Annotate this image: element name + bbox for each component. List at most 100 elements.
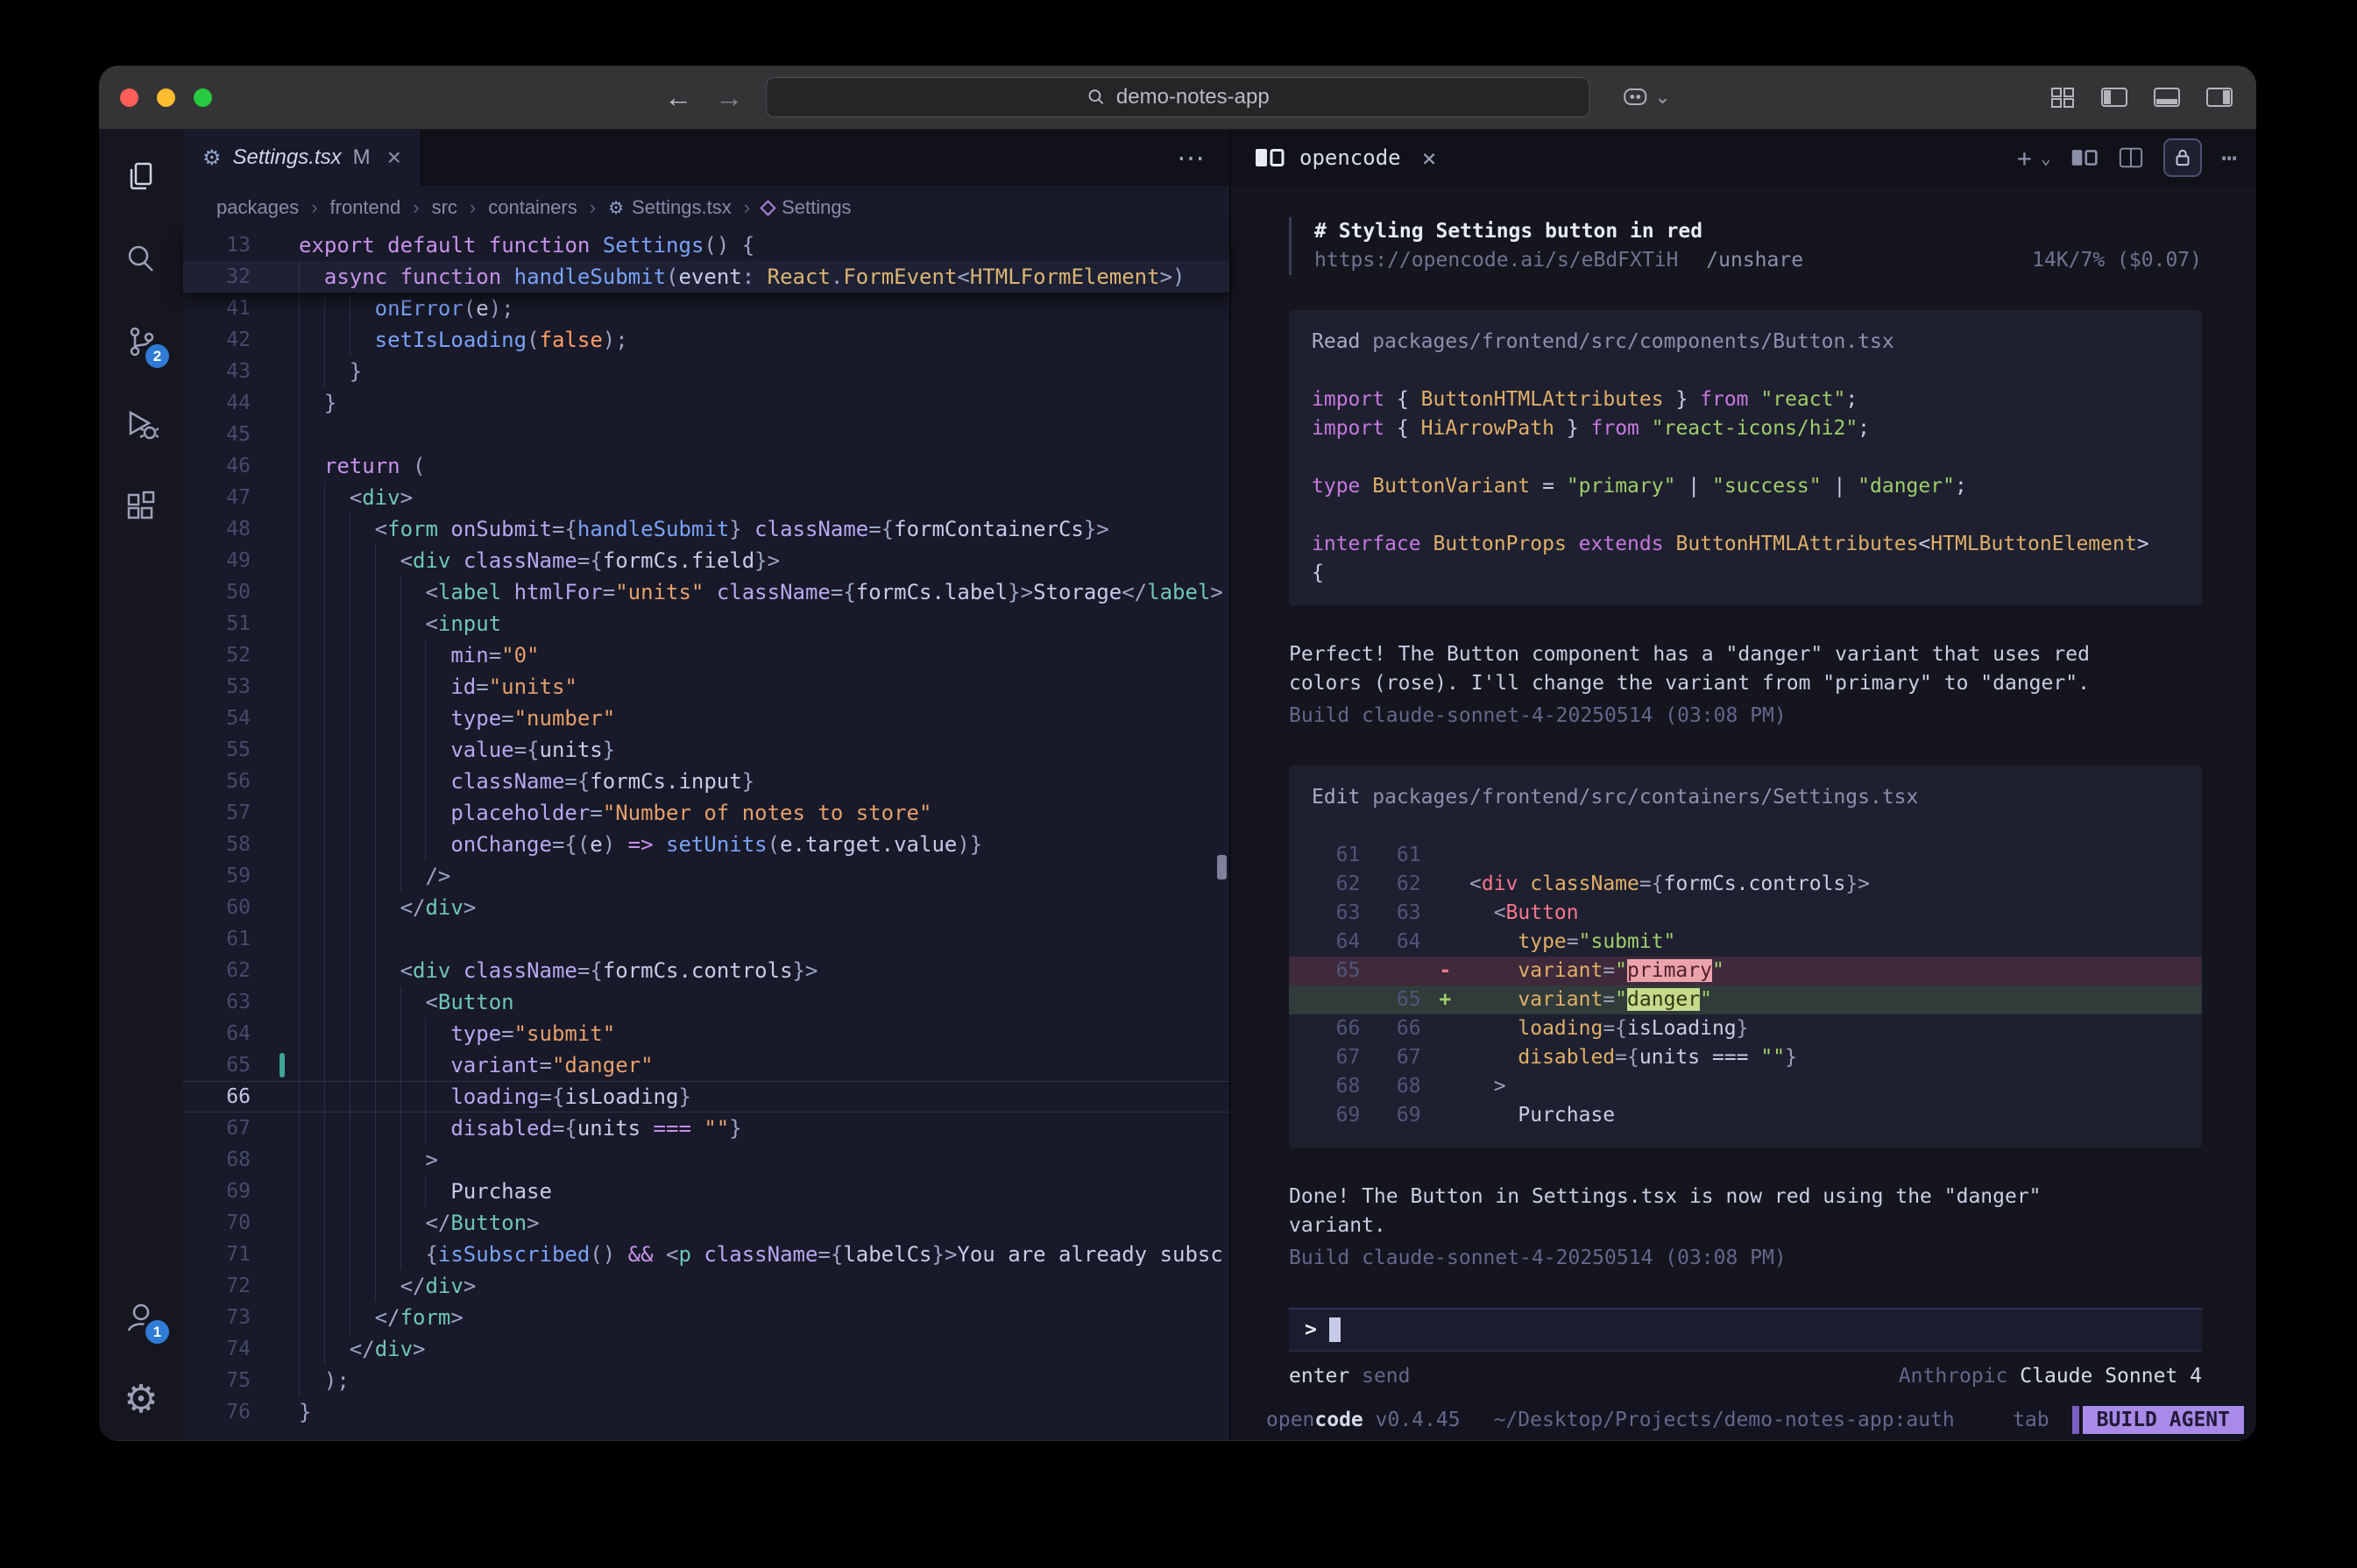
copilot-menu[interactable]: ⌄ bbox=[1621, 83, 1670, 111]
customize-layout-icon[interactable] bbox=[2049, 85, 2076, 109]
code-line[interactable]: 69Purchase bbox=[183, 1176, 1229, 1207]
explorer-icon[interactable] bbox=[120, 156, 162, 198]
code-snippet-line: { bbox=[1289, 559, 2202, 588]
old-line-number: 63 bbox=[1312, 899, 1360, 928]
more-actions-icon[interactable]: ⋯ bbox=[2221, 143, 2237, 173]
command-center-search[interactable]: demo-notes-app bbox=[766, 77, 1589, 117]
copilot-icon bbox=[1621, 83, 1649, 111]
code-line[interactable]: 46return ( bbox=[183, 450, 1229, 482]
code-line[interactable]: 13export default function Settings() { bbox=[183, 230, 1229, 261]
close-tab-icon[interactable]: × bbox=[387, 144, 401, 172]
indent-guide bbox=[299, 608, 324, 639]
code-line[interactable]: 76} bbox=[183, 1396, 1229, 1428]
code-line[interactable]: 47<div> bbox=[183, 482, 1229, 513]
split-editor-icon[interactable] bbox=[2118, 145, 2144, 170]
breadcrumb-item-packages[interactable]: packages bbox=[216, 196, 299, 219]
search-icon[interactable] bbox=[120, 238, 162, 280]
toggle-panel-icon[interactable] bbox=[2153, 85, 2181, 109]
indent-guide bbox=[350, 576, 375, 608]
code-line[interactable]: 32async function handleSubmit(event: Rea… bbox=[183, 261, 1229, 293]
line-number: 61 bbox=[183, 923, 251, 955]
minimize-window-button[interactable] bbox=[157, 88, 175, 107]
share-url[interactable]: https://opencode.ai/s/eBdFXTiH bbox=[1314, 249, 1678, 272]
toggle-primary-sidebar-icon[interactable] bbox=[2100, 85, 2128, 109]
code-line[interactable]: 45 bbox=[183, 419, 1229, 450]
old-line-number: 66 bbox=[1312, 1014, 1360, 1043]
chevron-down-icon[interactable]: ⌄ bbox=[2041, 147, 2051, 168]
new-session-icon[interactable]: + bbox=[2017, 144, 2032, 173]
breadcrumb-item-containers[interactable]: containers bbox=[488, 196, 577, 219]
code-line[interactable]: 57placeholder="Number of notes to store" bbox=[183, 797, 1229, 829]
code-line[interactable]: 72</div> bbox=[183, 1270, 1229, 1302]
toggle-secondary-sidebar-icon[interactable] bbox=[2205, 85, 2233, 109]
indent-guide bbox=[350, 639, 375, 671]
code-line[interactable]: 61 bbox=[183, 923, 1229, 955]
code-line[interactable]: 67disabled={units === ""} bbox=[183, 1112, 1229, 1144]
code-line[interactable]: 75); bbox=[183, 1365, 1229, 1396]
indent-guide bbox=[350, 293, 375, 324]
accounts-icon[interactable]: 1 bbox=[120, 1296, 162, 1338]
indent-guide bbox=[299, 703, 324, 734]
agent-badge: BUILD AGENT bbox=[2083, 1406, 2244, 1434]
code-line[interactable]: 63<Button bbox=[183, 986, 1229, 1018]
code-line[interactable]: 74</div> bbox=[183, 1333, 1229, 1365]
tab-settings-tsx[interactable]: ⚙ Settings.tsx M × bbox=[183, 130, 421, 186]
indent-guide bbox=[375, 1018, 400, 1049]
lock-toggle[interactable] bbox=[2163, 138, 2202, 177]
code-line[interactable]: 62<div className={formCs.controls}> bbox=[183, 955, 1229, 986]
indent-guide bbox=[350, 1239, 375, 1270]
code-editor[interactable]: 41onError(e);42setIsLoading(false);43}44… bbox=[183, 293, 1229, 1440]
code-line[interactable]: 70</Button> bbox=[183, 1207, 1229, 1239]
unshare-command[interactable]: /unshare bbox=[1706, 249, 1803, 272]
code-line[interactable]: 52min="0" bbox=[183, 639, 1229, 671]
opencode-logo-small[interactable] bbox=[2070, 148, 2099, 167]
code-line[interactable]: 68> bbox=[183, 1144, 1229, 1176]
code-line[interactable]: 64type="submit" bbox=[183, 1018, 1229, 1049]
breadcrumb-item-src[interactable]: src bbox=[432, 196, 457, 219]
code-line[interactable]: 43} bbox=[183, 356, 1229, 387]
breadcrumb-item-frontend[interactable]: frontend bbox=[330, 196, 401, 219]
back-icon[interactable]: ← bbox=[664, 83, 692, 111]
run-debug-icon[interactable] bbox=[120, 403, 162, 445]
code-line[interactable]: 42setIsLoading(false); bbox=[183, 324, 1229, 356]
code-line[interactable]: 66loading={isLoading} bbox=[183, 1081, 1229, 1112]
code-line[interactable]: 49<div className={formCs.field}> bbox=[183, 545, 1229, 576]
code-line[interactable]: 60</div> bbox=[183, 892, 1229, 923]
code-line[interactable]: 51<input bbox=[183, 608, 1229, 639]
scrollbar-thumb[interactable] bbox=[1217, 855, 1227, 879]
indent-guide bbox=[324, 797, 350, 829]
code-line[interactable]: 73</form> bbox=[183, 1302, 1229, 1333]
code-line[interactable]: 48<form onSubmit={handleSubmit} classNam… bbox=[183, 513, 1229, 545]
code-line[interactable]: 44} bbox=[183, 387, 1229, 419]
line-number: 42 bbox=[183, 324, 251, 356]
breadcrumb-item-settings[interactable]: Settings bbox=[762, 196, 852, 219]
diff-row: 6363 <Button bbox=[1289, 899, 2202, 928]
indent-guide bbox=[324, 513, 350, 545]
prompt-input[interactable]: > bbox=[1289, 1308, 2202, 1352]
command-center-group: ← → demo-notes-app ⌄ bbox=[664, 66, 1670, 129]
editor-actions-icon[interactable]: ⋯ bbox=[1152, 130, 1229, 186]
close-window-button[interactable] bbox=[120, 88, 138, 107]
code-line[interactable]: 55value={units} bbox=[183, 734, 1229, 766]
code-line[interactable]: 53id="units" bbox=[183, 671, 1229, 703]
message-meta: Build claude-sonnet-4-20250514 (03:08 PM… bbox=[1289, 1244, 2202, 1273]
indent-guide bbox=[324, 1144, 350, 1176]
code-line[interactable]: 56className={formCs.input} bbox=[183, 766, 1229, 797]
code-line[interactable]: 54type="number" bbox=[183, 703, 1229, 734]
breadcrumb-item-settings-tsx[interactable]: ⚙Settings.tsx bbox=[608, 196, 732, 219]
extensions-icon[interactable] bbox=[120, 485, 162, 527]
code-line[interactable]: 65variant="danger" bbox=[183, 1049, 1229, 1081]
agent-mode[interactable]: BUILD AGENT bbox=[2072, 1406, 2244, 1434]
settings-gear-icon[interactable]: ⚙ bbox=[120, 1379, 162, 1421]
code-line[interactable]: 50<label htmlFor="units" className={form… bbox=[183, 576, 1229, 608]
code-line[interactable]: 58onChange={(e) => setUnits(e.target.val… bbox=[183, 829, 1229, 860]
close-panel-icon[interactable]: × bbox=[1422, 144, 1437, 173]
indent-guide bbox=[299, 1270, 324, 1302]
forward-icon[interactable]: → bbox=[715, 83, 743, 111]
source-control-icon[interactable]: 2 bbox=[120, 321, 162, 363]
zoom-window-button[interactable] bbox=[194, 88, 212, 107]
old-line-number: 64 bbox=[1312, 928, 1360, 957]
code-line[interactable]: 59/> bbox=[183, 860, 1229, 892]
code-line[interactable]: 71{isSubscribed() && <p className={label… bbox=[183, 1239, 1229, 1270]
code-line[interactable]: 41onError(e); bbox=[183, 293, 1229, 324]
